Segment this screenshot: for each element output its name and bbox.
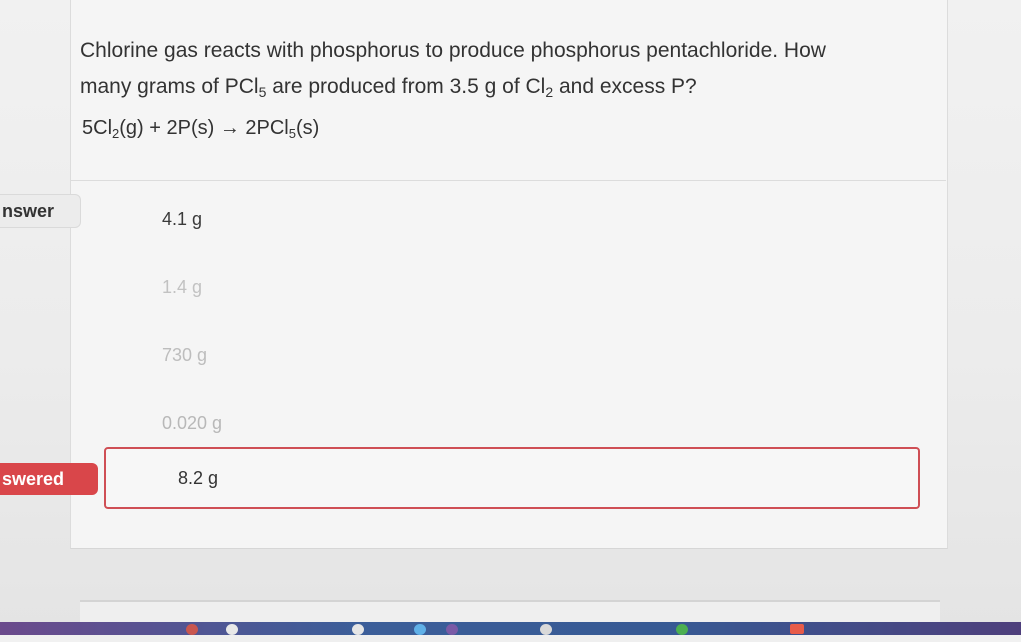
next-question-card [80, 600, 940, 642]
question-line-1: Chlorine gas reacts with phosphorus to p… [80, 39, 826, 62]
answer-option-3[interactable]: 730 g [104, 332, 920, 394]
question-line-2: many grams of PCl5 are produced from 3.5… [80, 69, 930, 105]
divider [70, 180, 946, 181]
app-icon[interactable] [676, 624, 688, 635]
option-label: 8.2 g [178, 468, 219, 488]
option-label: 730 g [162, 345, 208, 365]
equation-part: (g) + 2P(s) → 2PCl [119, 117, 289, 139]
app-icon[interactable] [414, 624, 426, 635]
option-label: 4.1 g [162, 209, 203, 229]
answer-option-2[interactable]: 1.4 g [104, 264, 920, 326]
subscript: 2 [545, 84, 554, 100]
option-label: 1.4 g [162, 277, 203, 297]
equation-part: 5Cl [82, 117, 113, 139]
option-label: 0.020 g [162, 413, 223, 433]
chemical-equation: 5Cl2(g) + 2P(s) → 2PCl5(s) [82, 111, 319, 145]
question-text-part: many grams of PCl [80, 75, 259, 98]
app-icon[interactable] [790, 624, 804, 634]
question-text-part: are produced from 3.5 g of Cl [266, 75, 546, 98]
subscript: 5 [288, 126, 296, 141]
answer-option-5-selected[interactable]: 8.2 g [104, 447, 920, 509]
question-text: Chlorine gas reacts with phosphorus to p… [80, 33, 930, 105]
correct-answer-tab: nswer [0, 194, 81, 228]
app-icon[interactable] [446, 624, 458, 635]
question-text-part: and excess P? [553, 75, 697, 98]
you-answered-tab: swered [0, 463, 98, 495]
app-icon[interactable] [186, 624, 198, 635]
answer-option-1[interactable]: 4.1 g [104, 196, 920, 258]
equation-part: (s) [295, 117, 320, 139]
app-icon[interactable] [540, 624, 552, 635]
app-icon[interactable] [226, 624, 238, 635]
taskbar [0, 622, 1021, 635]
app-icon[interactable] [352, 624, 364, 635]
